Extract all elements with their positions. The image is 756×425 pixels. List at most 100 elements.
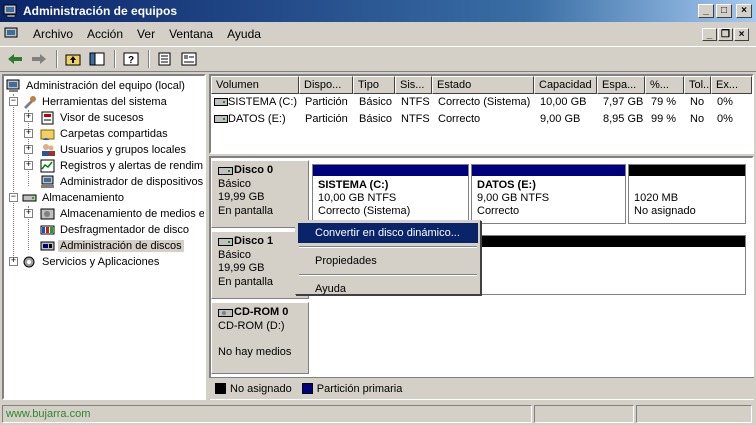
menu-ver[interactable]: Ver [130,27,162,41]
back-button[interactable] [4,49,26,69]
tree-item-system-tools[interactable]: Herramientas del sistema [22,94,169,110]
title-bar[interactable]: Administración de equipos _ □ × [0,0,756,22]
expand-icon[interactable]: + [24,209,33,218]
tree-item-label: Almacenamiento [42,192,124,204]
up-one-level-button[interactable] [62,49,84,69]
help-button[interactable]: ? [120,49,142,69]
column-header-layout[interactable]: Dispo... [299,76,353,94]
properties-button[interactable] [178,49,200,69]
tree-root-label: Administración del equipo (local) [26,80,185,92]
tree-item-removable-storage[interactable]: Almacenamiento de medios ex [40,206,204,222]
tree-item-label: Administrador de dispositivos [60,176,204,188]
minimize-button[interactable]: _ [698,4,714,18]
status-panel [636,404,752,423]
primary-partition-bar [472,165,625,176]
menu-accion[interactable]: Acción [80,27,130,41]
close-button[interactable]: × [736,4,752,18]
cell-free-space: 8,95 GB [603,113,644,125]
cell-volume: SISTEMA (C:) [228,96,298,108]
back-icon [8,54,22,64]
tree-item-storage[interactable]: Almacenamiento [22,190,126,206]
console-tree[interactable]: Administración del equipo (local) − Herr… [2,74,206,400]
tree-item-services[interactable]: Servicios y Aplicaciones [22,254,161,270]
tree-item-defragmenter[interactable]: Desfragmentador de disco [40,222,191,238]
disk0-label[interactable]: Disco 0 Básico 19,99 GB En pantalla [211,160,309,228]
toolbar: ? [0,46,756,72]
partition-datos[interactable]: DATOS (E:) 9,00 GB NTFS Correcto [471,164,626,224]
tree-item-disk-management[interactable]: Administración de discos [40,238,184,254]
menu-separator [299,274,477,276]
primary-partition-bar [313,165,468,176]
tree-item-performance-logs[interactable]: Registros y alertas de rendim [40,158,204,174]
column-header-percent-free[interactable]: %... [645,76,684,94]
expand-icon[interactable]: + [9,257,18,266]
tree-item-local-users[interactable]: Usuarios y grupos locales [40,142,188,158]
expand-icon[interactable]: + [24,161,33,170]
expand-icon[interactable]: + [24,113,33,122]
menu-ayuda[interactable]: Ayuda [220,27,268,41]
disk-name: Disco 1 [234,235,274,247]
tree-item-device-manager[interactable]: Administrador de dispositivos [40,174,204,190]
column-header-filesystem[interactable]: Sis... [395,76,432,94]
collapse-icon[interactable]: − [9,193,18,202]
cell-overhead: 0% [717,96,733,108]
status-bar: www.bujarra.com [0,402,756,425]
menu-separator [299,246,477,248]
svg-text:?: ? [128,55,134,66]
menu-item-properties[interactable]: Propiedades [298,251,478,271]
toolbar-separator [148,50,150,68]
child-minimize-button[interactable]: _ [702,27,717,41]
device-manager-icon [41,175,54,188]
menu-bar: Archivo Acción Ver Ventana Ayuda _ ❐ × [0,22,756,46]
disk-type: Básico [218,177,252,190]
maximize-button[interactable]: □ [716,4,732,18]
column-header-free-space[interactable]: Espa... [597,76,645,94]
forward-button[interactable] [28,49,50,69]
expand-icon[interactable]: + [24,145,33,154]
document-window-icon[interactable] [4,27,20,41]
menu-item-help[interactable]: Ayuda [298,279,478,299]
partition-name: DATOS (E:) [477,179,536,191]
partition-sistema[interactable]: SISTEMA (C:) 10,00 GB NTFS Correcto (Sis… [312,164,469,224]
tree-item-label: Servicios y Aplicaciones [42,256,160,268]
cdrom-label[interactable]: CD-ROM 0 CD-ROM (D:) No hay medios [211,302,309,374]
tree-root[interactable]: Administración del equipo (local) [6,78,187,94]
column-header-capacity[interactable]: Capacidad [534,76,597,94]
cell-fault-tolerance: No [690,113,705,125]
export-list-button[interactable] [154,49,176,69]
column-header-volume[interactable]: Volumen [211,76,299,94]
legend-item-unallocated: No asignado [215,383,292,395]
child-close-button[interactable]: × [734,27,749,41]
show-hide-tree-button[interactable] [86,49,108,69]
tree-item-shared-folders[interactable]: Carpetas compartidas [40,126,170,142]
partition-size: 9,00 GB NTFS [477,192,550,204]
disk-name: CD-ROM 0 [234,306,289,318]
menu-ventana[interactable]: Ventana [162,27,220,41]
status-panel [534,404,634,423]
collapse-icon[interactable]: − [9,97,18,106]
cell-filesystem: NTFS [401,113,430,125]
child-restore-button[interactable]: ❐ [718,27,733,41]
column-header-fault-tolerance[interactable]: Tol... [684,76,711,94]
disk-graphical-view[interactable]: Disco 0 Básico 19,99 GB En pantalla SIST… [209,156,754,400]
properties-icon [181,52,197,66]
cell-overhead: 0% [717,113,733,125]
partition-unallocated[interactable]: 1020 MB No asignado [628,164,746,224]
expand-icon[interactable]: + [24,129,33,138]
volume-list[interactable]: Volumen Dispo... Tipo Sis... Estado Capa… [209,74,754,154]
tree-item-label: Visor de sucesos [60,112,144,124]
column-header-status[interactable]: Estado [432,76,534,94]
cell-capacity: 9,00 GB [540,113,581,125]
legend-label: Partición primaria [316,382,403,395]
tree-item-event-viewer[interactable]: Visor de sucesos [40,110,146,126]
toolbar-separator [114,50,116,68]
disk-size: 19,99 GB [218,191,265,203]
partition-size: 1020 MB [634,192,679,204]
column-header-overhead[interactable]: Ex... [711,76,752,94]
cell-type: Básico [359,113,393,125]
column-header-type[interactable]: Tipo [353,76,395,94]
menu-archivo[interactable]: Archivo [26,27,80,41]
cell-type: Básico [359,96,393,108]
menu-item-convert-dynamic[interactable]: Convertir en disco dinámico... [298,223,478,243]
status-panel-main: www.bujarra.com [2,404,532,423]
